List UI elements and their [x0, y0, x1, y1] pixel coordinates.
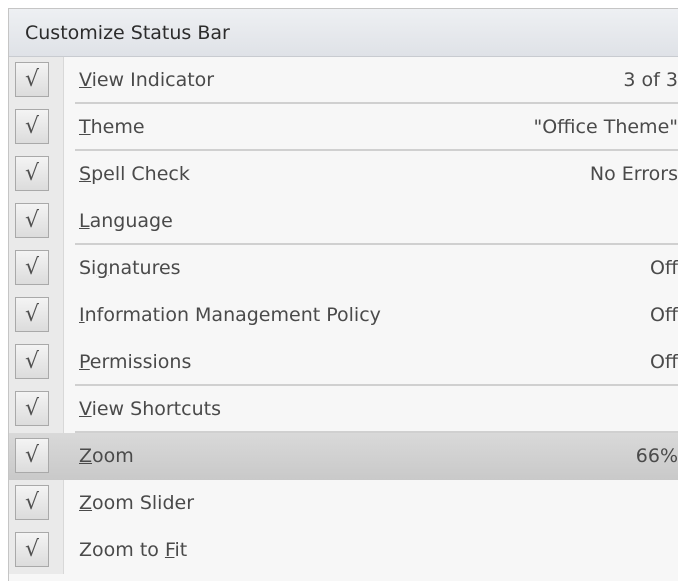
- menu-item-label: Permissions: [79, 351, 192, 373]
- checkmark-icon: √: [15, 485, 49, 520]
- menu-item-label: Zoom to Fit: [79, 539, 188, 561]
- menu-item-value: "Office Theme": [533, 116, 678, 138]
- menu-item-label: Theme: [79, 116, 145, 138]
- menu-item-label: Zoom: [79, 445, 134, 467]
- menu-item-label: Spell Check: [79, 163, 190, 185]
- checkmark-icon: √: [15, 250, 49, 285]
- menu-item-zoom-to-fit[interactable]: √ Zoom to Fit: [9, 527, 678, 574]
- menu-item-label: View Indicator: [79, 69, 215, 91]
- checkmark-icon: √: [15, 344, 49, 379]
- menu-item-language[interactable]: √ Language: [9, 198, 678, 245]
- checkmark-icon: √: [15, 297, 49, 332]
- menu-item-label: Language: [79, 210, 173, 232]
- menu-item-label: View Shortcuts: [79, 398, 221, 420]
- menu-item-value: No Errors: [589, 163, 678, 185]
- customize-status-bar-menu: Customize Status Bar √ View Indicator 3 …: [8, 8, 678, 581]
- checkmark-icon: √: [15, 438, 49, 473]
- menu-item-value: 3 of 3: [623, 69, 678, 91]
- menu-item-label: Information Management Policy: [79, 304, 381, 326]
- menu-item-spell-check[interactable]: √ Spell Check No Errors: [9, 151, 678, 198]
- menu-item-zoom[interactable]: √ Zoom 66%: [9, 433, 678, 480]
- menu-item-value: Off: [649, 351, 678, 373]
- menu-item-value: Off: [649, 304, 678, 326]
- checkmark-icon: √: [15, 109, 49, 144]
- menu-item-information-management-policy[interactable]: √ Information Management Policy Off: [9, 292, 678, 339]
- menu-items: √ View Indicator 3 of 3 √ Theme "Office …: [9, 57, 678, 574]
- menu-title: Customize Status Bar: [9, 9, 678, 57]
- checkmark-icon: √: [15, 203, 49, 238]
- menu-item-label: Signatures: [79, 257, 181, 279]
- menu-item-theme[interactable]: √ Theme "Office Theme": [9, 104, 678, 151]
- menu-item-signatures[interactable]: √ Signatures Off: [9, 245, 678, 292]
- checkmark-icon: √: [15, 532, 49, 567]
- checkmark-icon: √: [15, 156, 49, 191]
- menu-item-view-indicator[interactable]: √ View Indicator 3 of 3: [9, 57, 678, 104]
- menu-item-zoom-slider[interactable]: √ Zoom Slider: [9, 480, 678, 527]
- menu-item-view-shortcuts[interactable]: √ View Shortcuts: [9, 386, 678, 433]
- menu-item-label: Zoom Slider: [79, 492, 195, 514]
- menu-item-value: Off: [649, 257, 678, 279]
- checkmark-icon: √: [15, 391, 49, 426]
- menu-item-value: 66%: [635, 445, 678, 467]
- checkmark-icon: √: [15, 62, 49, 97]
- menu-item-permissions[interactable]: √ Permissions Off: [9, 339, 678, 386]
